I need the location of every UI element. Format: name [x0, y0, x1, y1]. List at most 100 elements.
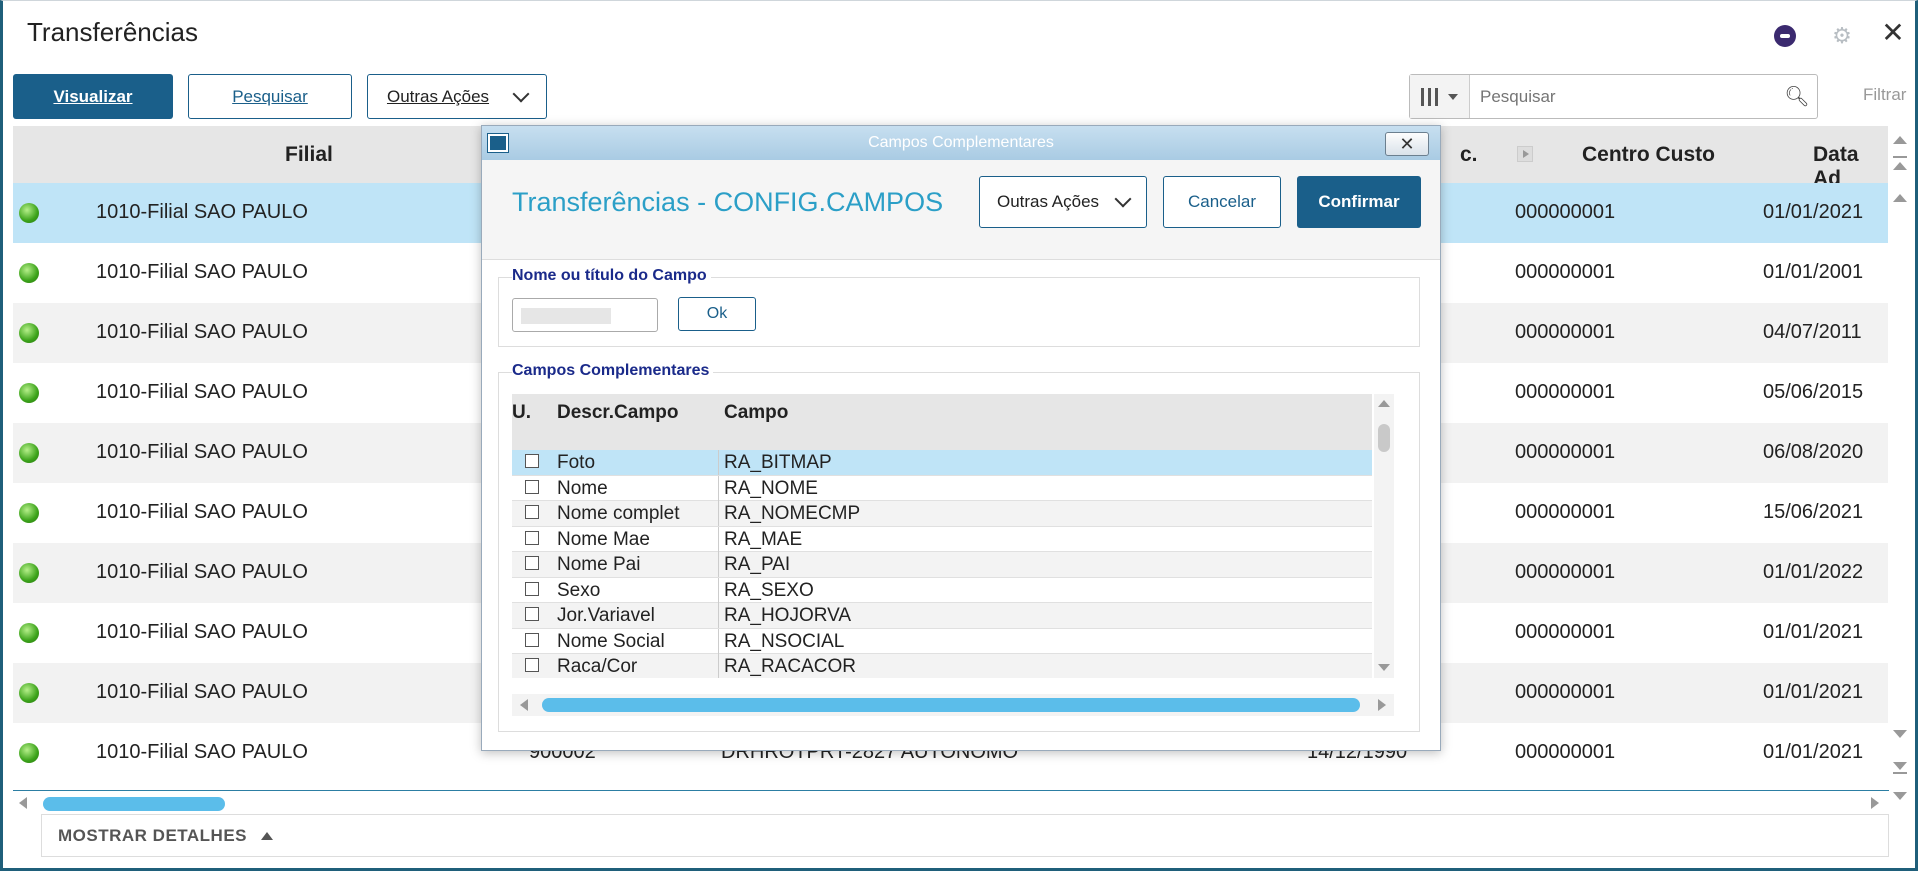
status-green-icon	[19, 203, 39, 223]
campos-vertical-scrollbar[interactable]	[1374, 394, 1394, 678]
page-title: Transferências	[27, 17, 198, 47]
cell-filial: 1010-Filial SAO PAULO	[96, 741, 308, 763]
field-descr: Nome Social	[557, 630, 665, 652]
dialog-close-button[interactable]: ✕	[1385, 132, 1429, 156]
cell-data: 01/01/2021	[1763, 741, 1864, 763]
field-campo: RA_BITMAP	[724, 452, 832, 473]
list-item[interactable]: Jor.Variavel RA_HOJORVA	[512, 603, 1372, 629]
dialog-titlebar[interactable]: Campos Complementares ✕	[482, 126, 1440, 160]
campos-horizontal-scrollbar[interactable]	[512, 694, 1394, 716]
search-icon[interactable]: 🔍︎	[1777, 84, 1817, 109]
row-checkbox[interactable]	[525, 454, 539, 468]
grid-horizontal-scrollbar[interactable]	[13, 790, 1889, 812]
scroll-down-icon[interactable]	[1893, 792, 1907, 800]
list-item[interactable]: Nome Mae RA_MAE	[512, 526, 1372, 552]
field-descr: Nome	[557, 477, 608, 499]
cell-centro-custo: 000000001	[1515, 441, 1616, 463]
field-descr: Jor.Variavel	[557, 605, 655, 626]
cell-data: 01/01/2021	[1763, 681, 1864, 703]
scroll-left-icon[interactable]	[19, 797, 27, 809]
dialog-outras-acoes-dropdown[interactable]: Outras Ações	[979, 176, 1147, 228]
list-item[interactable]: Nome Social RA_NSOCIAL	[512, 628, 1372, 654]
columns-menu-button[interactable]	[1410, 75, 1470, 118]
field-descr: Nome Mae	[557, 528, 650, 550]
row-checkbox[interactable]	[525, 581, 539, 596]
gear-icon[interactable]: ⚙	[1829, 23, 1855, 49]
cell-data: 01/01/2021	[1763, 201, 1864, 223]
outras-acoes-dropdown[interactable]: Outras Ações	[367, 74, 547, 119]
field-campo: RA_NSOCIAL	[724, 630, 845, 652]
cell-data: 01/01/2022	[1763, 561, 1864, 583]
row-checkbox[interactable]	[525, 530, 539, 545]
list-item[interactable]: Nome RA_NOME	[512, 475, 1372, 501]
scroll-right-icon[interactable]	[1871, 797, 1879, 809]
field-campo: RA_NOME	[724, 477, 818, 499]
scroll-right-icon[interactable]	[1378, 699, 1386, 711]
search-input[interactable]	[1470, 86, 1777, 107]
list-item[interactable]: Raca/Cor RA_RACACOR	[512, 654, 1372, 678]
list-item[interactable]: Nome complet RA_NOMECMP	[512, 501, 1372, 527]
scroll-left-icon[interactable]	[520, 699, 528, 711]
grid-vertical-scrollbar[interactable]	[1888, 126, 1912, 806]
campos-complementares-dialog: Campos Complementares ✕ Transferências -…	[481, 125, 1441, 751]
horizontal-scroll-thumb[interactable]	[542, 698, 1360, 712]
visualizar-button[interactable]: Visualizar	[13, 74, 173, 119]
row-checkbox[interactable]	[525, 607, 539, 621]
field-descr: Foto	[557, 452, 596, 473]
column-scroll-arrow-icon[interactable]	[1517, 146, 1533, 162]
nome-campo-input[interactable]	[512, 298, 658, 332]
field-descr: Nome complet	[557, 503, 680, 524]
list-item[interactable]: Sexo RA_SEXO	[512, 577, 1372, 603]
field-campo: RA_SEXO	[724, 579, 814, 601]
status-green-icon	[19, 443, 39, 463]
cell-filial: 1010-Filial SAO PAULO	[96, 201, 308, 223]
vertical-scroll-thumb[interactable]	[1378, 424, 1390, 452]
scroll-up-icon[interactable]	[1378, 400, 1390, 407]
pesquisar-button[interactable]: Pesquisar	[188, 74, 352, 119]
row-checkbox[interactable]	[525, 479, 539, 494]
field-campo: RA_NOMECMP	[724, 503, 861, 524]
outras-acoes-label: Outras Ações	[386, 86, 490, 106]
col-header-u[interactable]: U.	[512, 402, 531, 424]
col-header-centro-custo[interactable]: Centro Custo	[1582, 143, 1715, 167]
cell-centro-custo: 000000001	[1515, 681, 1616, 703]
cancelar-button[interactable]: Cancelar	[1163, 176, 1281, 228]
scroll-up-icon[interactable]	[1893, 136, 1907, 144]
scroll-down-small-icon[interactable]	[1893, 730, 1907, 738]
close-icon[interactable]: ✕	[1880, 17, 1906, 48]
row-checkbox[interactable]	[525, 632, 539, 647]
scroll-up-small-icon[interactable]	[1893, 194, 1907, 202]
field-campo: RA_PAI	[724, 554, 791, 575]
scroll-page-up-icon[interactable]	[1893, 162, 1907, 170]
scroll-down-icon[interactable]	[1378, 664, 1390, 671]
col-header-descr[interactable]: Descr.Campo	[557, 402, 678, 424]
confirmar-button[interactable]: Confirmar	[1297, 176, 1421, 228]
filtrar-link[interactable]: Filtrar	[1863, 85, 1906, 105]
list-item[interactable]: Foto RA_BITMAP	[512, 450, 1372, 476]
scroll-page-down-icon[interactable]	[1893, 762, 1907, 770]
row-checkbox[interactable]	[525, 658, 539, 672]
row-checkbox[interactable]	[525, 505, 539, 519]
col-header-partial[interactable]: c.	[1460, 143, 1478, 167]
horizontal-scroll-thumb[interactable]	[43, 797, 225, 811]
col-header-campo[interactable]: Campo	[724, 402, 788, 424]
field-campo: RA_HOJORVA	[724, 605, 852, 626]
status-green-icon	[19, 683, 39, 703]
campos-legend: Campos Complementares	[512, 362, 714, 380]
dialog-header: Transferências - CONFIG.CAMPOS Outras Aç…	[482, 160, 1440, 260]
field-descr: Nome Pai	[557, 554, 641, 575]
caret-up-icon	[261, 831, 274, 840]
list-item[interactable]: Nome Pai RA_PAI	[512, 552, 1372, 578]
field-descr: Sexo	[557, 579, 601, 601]
field-campo: RA_MAE	[724, 528, 803, 550]
cell-centro-custo: 000000001	[1515, 561, 1616, 583]
cell-centro-custo: 000000001	[1515, 261, 1616, 283]
confirmar-label: Confirmar	[1318, 192, 1400, 211]
mostrar-detalhes-label: MOSTRAR DETALHES	[58, 825, 248, 845]
cell-filial: 1010-Filial SAO PAULO	[96, 381, 308, 403]
row-checkbox[interactable]	[525, 556, 539, 570]
user-avatar-icon[interactable]	[1774, 25, 1796, 47]
mostrar-detalhes-toggle[interactable]: MOSTRAR DETALHES	[41, 814, 1889, 857]
col-header-filial[interactable]: Filial	[285, 143, 333, 167]
ok-button[interactable]: Ok	[678, 297, 756, 331]
